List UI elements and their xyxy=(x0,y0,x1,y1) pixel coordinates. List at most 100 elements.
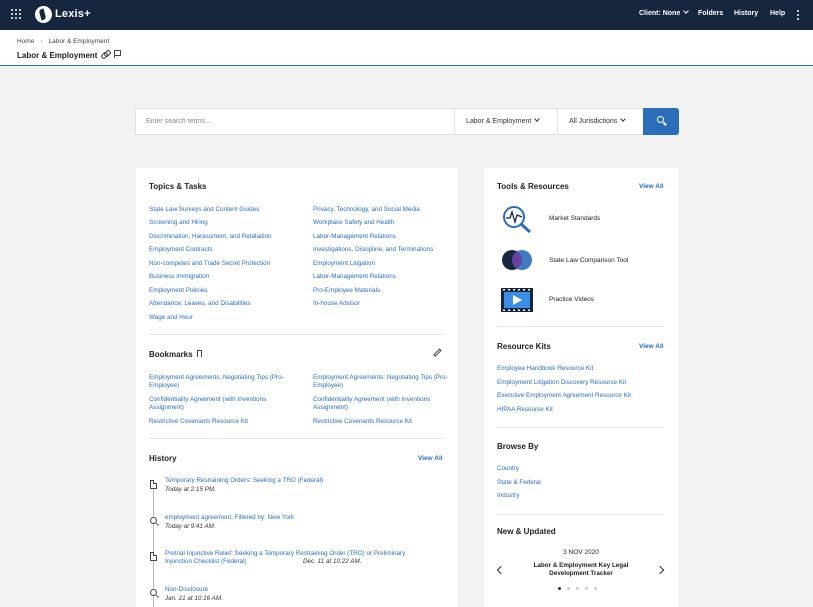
topic-link[interactable]: Attendance, Leaves, and Disabilities xyxy=(149,300,251,308)
divider xyxy=(497,427,664,428)
divider xyxy=(497,514,664,515)
divider xyxy=(149,438,445,439)
jurisdiction-select[interactable]: All Jurisdictions xyxy=(557,109,643,134)
history-item-time: Jan. 21 at 10:16 AM. xyxy=(165,595,223,602)
divider xyxy=(149,334,445,335)
browse-link[interactable]: State & Federal xyxy=(497,479,541,487)
tool-link[interactable]: Practice Videos xyxy=(549,296,594,303)
search-bar: Labor & Employment All Jurisdictions xyxy=(135,108,679,135)
page-header: Home › Labor & Employment Labor & Employme… xyxy=(0,30,813,66)
resource-kit-link[interactable]: Employee Handbook Resource Kit xyxy=(497,365,593,373)
document-icon xyxy=(150,552,157,561)
resource-kits-title: Resource Kits xyxy=(497,342,551,351)
search-icon xyxy=(657,116,664,123)
resource-kit-link[interactable]: Employment Litigation Discovery Resource… xyxy=(497,379,626,387)
link-icon[interactable] xyxy=(101,50,109,58)
topic-link[interactable]: Discrimination, Harassment, and Retaliat… xyxy=(149,233,272,241)
history-view-all-link[interactable]: View All xyxy=(418,455,443,462)
resource-kit-link[interactable]: HIPAA Resource Kit xyxy=(497,406,553,414)
topic-link[interactable]: Business Immigration xyxy=(149,273,209,281)
carousel-dot[interactable] xyxy=(576,587,579,590)
topic-link[interactable]: Labor-Management Relations xyxy=(313,233,396,241)
chevron-down-icon xyxy=(620,116,627,122)
topic-link[interactable]: State Law Surveys and Content Guides xyxy=(149,206,259,214)
history-item-time: Dec. 11 at 10:22 AM. xyxy=(303,558,362,565)
bookmark-link[interactable]: Restrictive Covenants Resource Kit xyxy=(313,418,412,426)
brand-name[interactable]: Lexis+ xyxy=(55,8,91,20)
browse-title: Browse By xyxy=(497,442,539,451)
tools-view-all-link[interactable]: View All xyxy=(639,183,664,190)
topic-link[interactable]: Employment Litigation xyxy=(313,260,375,268)
history-item-link[interactable]: employment agreement, Filtered by: New Y… xyxy=(165,514,294,522)
topics-title: Topics & Tasks xyxy=(149,182,207,191)
practice-videos-icon xyxy=(501,288,533,312)
bookmark-icon xyxy=(197,350,202,357)
divider xyxy=(497,326,664,327)
state-law-comparison-icon xyxy=(502,250,532,270)
browse-link[interactable]: Country xyxy=(497,465,519,473)
history-item-link[interactable]: Non-Disclosure xyxy=(165,586,208,594)
topic-link[interactable]: Investigations, Discipline, and Terminat… xyxy=(313,246,433,254)
topic-link[interactable]: Labor-Management Relations xyxy=(313,273,396,281)
history-item-link[interactable]: Pretrial Injunctive Relief: Seeking a Te… xyxy=(165,550,430,566)
topic-link[interactable]: Employment Contracts xyxy=(149,246,213,254)
browse-link[interactable]: Industry xyxy=(497,492,519,500)
resource-kits-view-all-link[interactable]: View All xyxy=(639,343,664,350)
tool-link[interactable]: Market Standards xyxy=(549,215,600,222)
top-bar: Lexis+ Client: None Folders History Help xyxy=(0,0,813,30)
topic-link[interactable]: Pro-Employee Materials xyxy=(313,287,380,295)
carousel-dot[interactable] xyxy=(558,587,561,590)
client-selector[interactable]: Client: None xyxy=(639,8,690,17)
topic-link[interactable]: Workplace Safety and Health xyxy=(313,219,394,227)
carousel-dot[interactable] xyxy=(567,587,570,590)
practice-area-select[interactable]: Labor & Employment xyxy=(454,109,557,134)
breadcrumb: Home › Labor & Employment xyxy=(17,38,109,45)
search-button[interactable] xyxy=(643,108,679,135)
news-headline-link[interactable]: Labor & Employment Key Legal Development… xyxy=(526,562,636,578)
topic-link[interactable]: Employment Policies xyxy=(149,287,207,295)
carousel-dots xyxy=(558,587,597,590)
search-input[interactable] xyxy=(136,109,454,134)
history-item-time: Today at 9:41 AM. xyxy=(165,523,216,530)
breadcrumb-home[interactable]: Home xyxy=(17,38,34,45)
main-panel: Topics & Tasks State Law Surveys and Con… xyxy=(136,168,458,607)
tool-link[interactable]: State Law Comparison Tool xyxy=(549,257,628,264)
carousel-dot[interactable] xyxy=(585,587,588,590)
bookmark-link[interactable]: Employment Agreements: Negotiating Tips … xyxy=(149,374,294,390)
carousel-dot[interactable] xyxy=(594,587,597,590)
flag-icon[interactable] xyxy=(114,50,121,58)
history-item-time: Today at 2:15 PM. xyxy=(165,486,216,493)
bookmark-link[interactable]: Confidentiality Agreement (with Inventio… xyxy=(313,396,458,412)
chevron-right-icon[interactable] xyxy=(655,565,665,575)
market-standards-icon xyxy=(503,206,531,234)
topic-link[interactable]: Privacy, Technology, and Social Media xyxy=(313,206,420,214)
history-link[interactable]: History xyxy=(734,10,758,17)
bookmark-link[interactable]: Employment Agreements: Negotiating Tips … xyxy=(313,374,458,390)
bookmarks-title: Bookmarks xyxy=(149,350,193,359)
news-date: 3 NOV 2020 xyxy=(563,549,599,556)
lexis-logo-icon[interactable] xyxy=(35,6,52,23)
side-panel: Tools & Resources View All Market Standa… xyxy=(484,168,678,607)
breadcrumb-separator: › xyxy=(40,38,43,45)
chevron-left-icon[interactable] xyxy=(496,565,506,575)
more-menu-icon[interactable] xyxy=(797,10,799,20)
page-title: Labor & Employment xyxy=(17,51,98,60)
apps-grid-icon[interactable] xyxy=(11,9,21,19)
topic-link[interactable]: In-house Advisor xyxy=(313,300,360,308)
search-icon xyxy=(150,589,157,596)
chevron-down-icon xyxy=(683,8,690,14)
search-icon xyxy=(150,517,157,524)
history-title: History xyxy=(149,454,177,463)
topic-link[interactable]: Non-competes and Trade Secret Protection xyxy=(149,260,270,268)
topic-link[interactable]: Wage and Hour xyxy=(149,314,193,322)
resource-kit-link[interactable]: Executive Employment Agreement Resource … xyxy=(497,392,631,400)
tools-title: Tools & Resources xyxy=(497,182,569,191)
news-title: New & Updated xyxy=(497,527,556,536)
history-item-link[interactable]: Temporary Restraining Orders: Seeking a … xyxy=(165,477,323,485)
edit-pencil-icon[interactable] xyxy=(433,348,442,357)
topic-link[interactable]: Screening and Hiring xyxy=(149,219,208,227)
bookmark-link[interactable]: Confidentiality Agreement (with Inventio… xyxy=(149,396,294,412)
bookmark-link[interactable]: Restrictive Covenants Resource Kit xyxy=(149,418,248,426)
folders-link[interactable]: Folders xyxy=(698,10,723,17)
help-link[interactable]: Help xyxy=(770,10,785,17)
